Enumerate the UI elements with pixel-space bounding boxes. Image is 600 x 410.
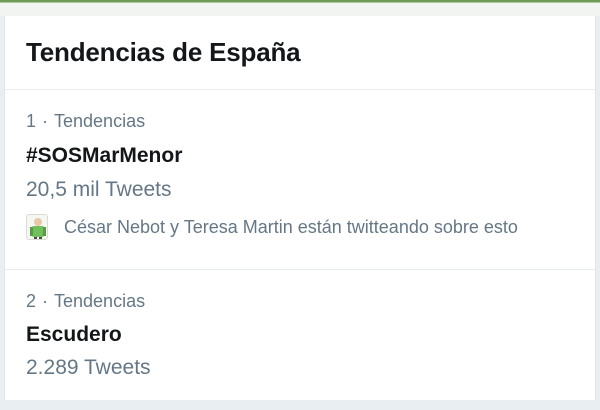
trend-item-2[interactable]: 2 · Tendencias Escudero 2.289 Tweets: [5, 270, 595, 410]
trend-meta: 1 · Tendencias: [26, 111, 145, 132]
trend-category: Tendencias: [54, 111, 146, 131]
meta-separator: ·: [42, 291, 49, 311]
trend-item-1[interactable]: 1 · Tendencias #SOSMarMenor 20,5 mil Tweet…: [5, 90, 595, 270]
panel-title: Tendencias de España: [26, 37, 301, 67]
trend-context-text: César Nebot y Teresa Martin están twitte…: [64, 216, 518, 237]
trend-name[interactable]: Escudero: [26, 323, 122, 347]
trend-rank: 2: [26, 291, 37, 311]
top-border-strip: [0, 0, 600, 16]
trend-tweet-count: 20,5 mil Tweets: [26, 178, 172, 201]
trend-rank: 1: [26, 111, 37, 131]
meta-separator: ·: [42, 111, 49, 131]
trend-name[interactable]: #SOSMarMenor: [26, 144, 182, 168]
trend-category: Tendencias: [54, 291, 146, 311]
trend-tweet-count: 2.289 Tweets: [26, 356, 151, 379]
trend-context: César Nebot y Teresa Martin están twitte…: [26, 214, 518, 240]
trend-meta: 2 · Tendencias: [26, 291, 145, 312]
user-avatar-icon: [26, 214, 48, 240]
trends-panel: Tendencias de España 1 · Tendencias #SOSMa…: [4, 16, 596, 400]
panel-header: Tendencias de España: [5, 16, 595, 90]
